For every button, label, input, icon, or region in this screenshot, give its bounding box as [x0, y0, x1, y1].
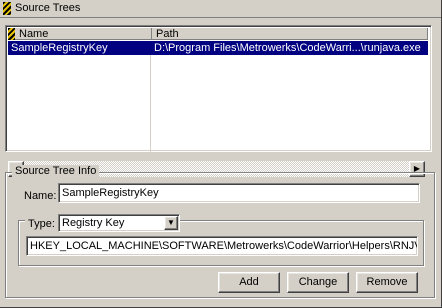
column-header-path-label: Path — [156, 28, 179, 40]
type-label: Type: — [25, 218, 58, 230]
dropdown-arrow-button[interactable]: ▼ — [164, 216, 178, 230]
name-field[interactable]: SampleRegistryKey — [58, 183, 420, 203]
window-title: Source Trees — [15, 2, 81, 14]
change-button[interactable]: Change — [287, 272, 349, 293]
type-select[interactable]: Registry Key ▼ — [58, 214, 180, 232]
type-select-value: Registry Key — [62, 217, 125, 229]
name-label: Name: — [24, 190, 57, 202]
column-header-name-label: Name — [19, 28, 49, 40]
row-name-cell: SampleRegistryKey — [11, 42, 108, 54]
column-header-name[interactable]: Name — [15, 28, 152, 40]
group-legend: Source Tree Info — [12, 165, 100, 177]
column-header-path[interactable]: Path — [152, 28, 428, 40]
chevron-down-icon: ▼ — [167, 218, 175, 227]
column-resize-icon — [8, 28, 15, 40]
remove-button[interactable]: Remove — [356, 272, 418, 293]
add-button[interactable]: Add — [218, 272, 280, 293]
striped-panel-icon — [3, 2, 11, 15]
column-divider — [150, 55, 151, 160]
table-row[interactable]: SampleRegistryKey D:\Program Files\Metro… — [8, 41, 428, 55]
registry-key-field[interactable]: HKEY_LOCAL_MACHINE\SOFTWARE\Metrowerks\C… — [26, 236, 418, 256]
source-tree-list[interactable]: Name Path SampleRegistryKey D:\Program F… — [5, 25, 432, 177]
row-path-cell: D:\Program Files\Metrowerks\CodeWarri...… — [154, 42, 421, 54]
